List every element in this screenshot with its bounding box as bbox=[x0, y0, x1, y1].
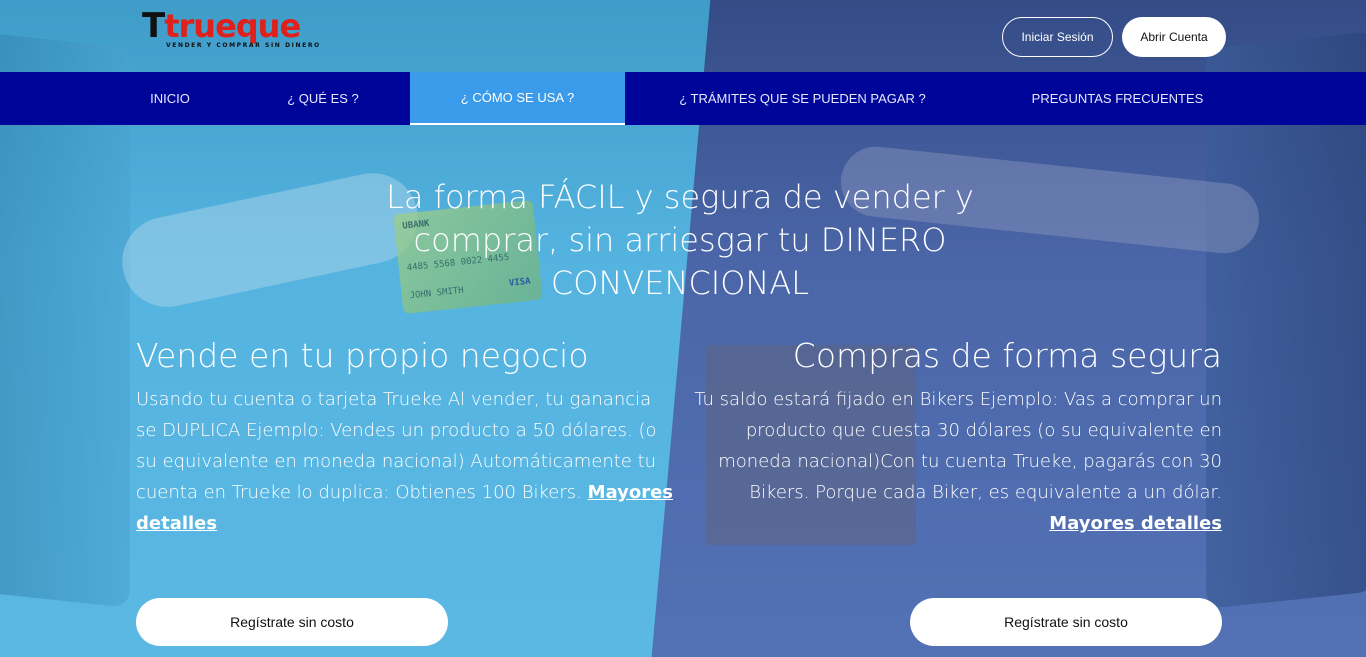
logo-wordmark: Ttrueque bbox=[142, 8, 321, 44]
logo-tagline: VENDER Y COMPRAR SIN DINERO bbox=[166, 42, 321, 49]
sell-description: Usando tu cuenta o tarjeta Trueke Al ven… bbox=[136, 384, 676, 539]
sell-text: Usando tu cuenta o tarjeta Trueke Al ven… bbox=[136, 389, 657, 503]
sell-title: Vende en tu propio negocio bbox=[136, 336, 589, 375]
logo-name: trueque bbox=[164, 7, 301, 45]
nav-item-inicio[interactable]: INICIO bbox=[130, 72, 210, 125]
buy-text: Tu saldo estará fijado en Bikers Ejemplo… bbox=[694, 389, 1222, 503]
nav-item-como-se-usa[interactable]: ¿ CÓMO SE USA ? bbox=[410, 72, 625, 125]
buy-description: Tu saldo estará fijado en Bikers Ejemplo… bbox=[690, 384, 1222, 539]
open-account-button[interactable]: Abrir Cuenta bbox=[1122, 17, 1226, 57]
buy-title: Compras de forma segura bbox=[792, 336, 1222, 375]
nav-item-tramites[interactable]: ¿ TRÁMITES QUE SE PUEDEN PAGAR ? bbox=[650, 72, 955, 125]
login-button[interactable]: Iniciar Sesión bbox=[1002, 17, 1113, 57]
logo-letter: T bbox=[142, 6, 165, 46]
buy-more-details-link[interactable]: Mayores detalles bbox=[1049, 513, 1222, 534]
logo[interactable]: Ttrueque VENDER Y COMPRAR SIN DINERO bbox=[142, 8, 321, 49]
hero-title: La forma FÁCIL y segura de vender y comp… bbox=[386, 178, 974, 302]
nav-item-preguntas-frecuentes[interactable]: PREGUNTAS FRECUENTES bbox=[1005, 72, 1230, 125]
register-free-button-right[interactable]: Regístrate sin costo bbox=[910, 598, 1222, 646]
top-bar: Ttrueque VENDER Y COMPRAR SIN DINERO Ini… bbox=[0, 0, 1366, 72]
register-free-button-left[interactable]: Regístrate sin costo bbox=[136, 598, 448, 646]
main-nav: INICIO ¿ QUÉ ES ? ¿ CÓMO SE USA ? ¿ TRÁM… bbox=[0, 72, 1366, 125]
nav-item-que-es[interactable]: ¿ QUÉ ES ? bbox=[260, 72, 386, 125]
